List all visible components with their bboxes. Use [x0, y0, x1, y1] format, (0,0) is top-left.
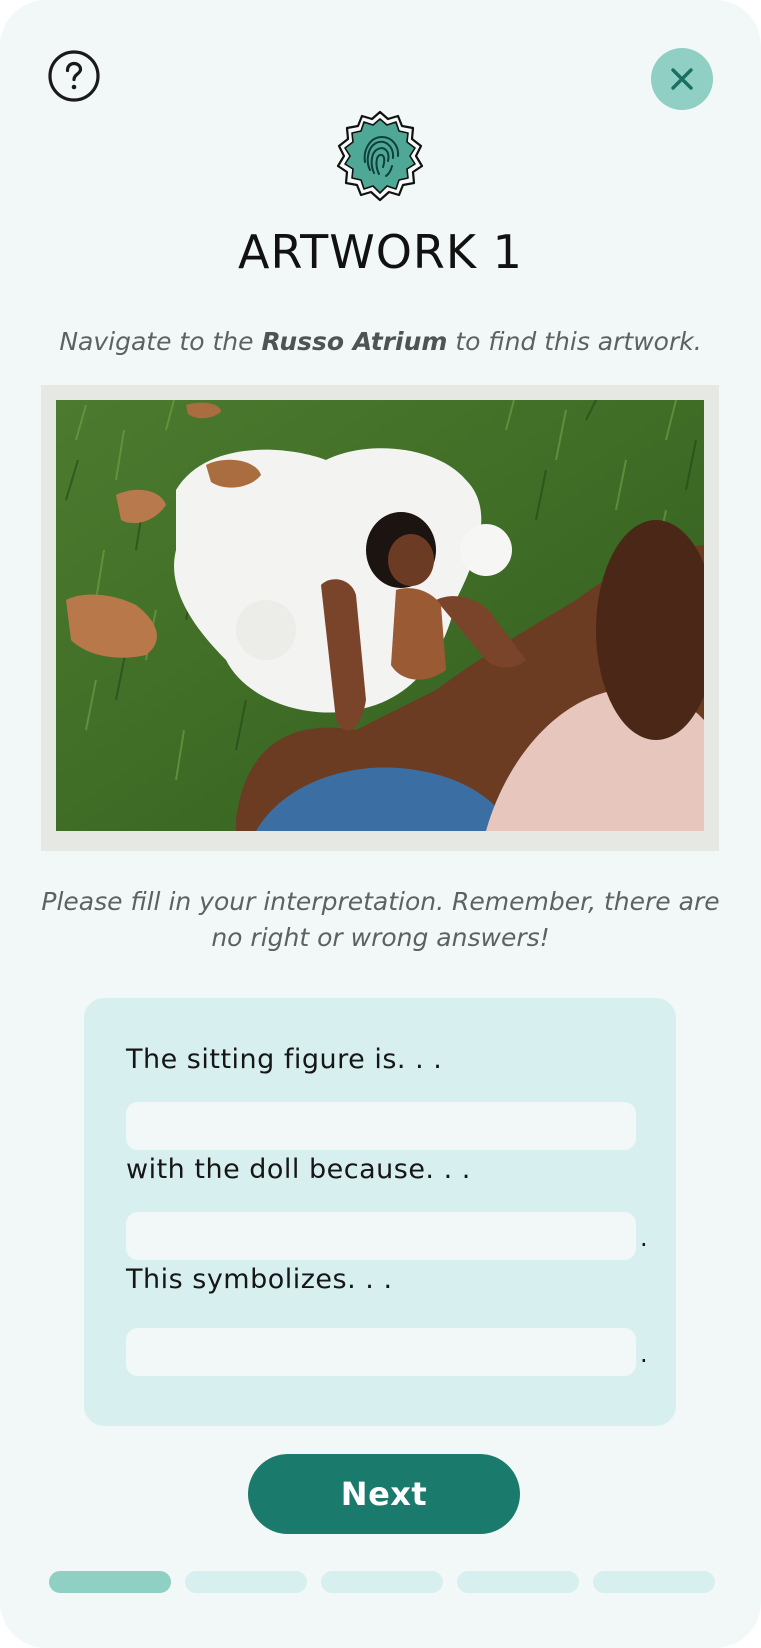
- artwork-interpretation-screen: ARTWORK 1 Navigate to the Russo Atrium t…: [0, 0, 761, 1648]
- help-button[interactable]: [48, 50, 100, 102]
- progress-step-2: [185, 1571, 307, 1593]
- doll-because-input[interactable]: [126, 1212, 636, 1260]
- field-trailing-period: .: [640, 1340, 648, 1368]
- progress-step-1: [49, 1571, 171, 1593]
- next-button[interactable]: Next: [248, 1454, 520, 1534]
- interpretation-form: The sitting figure is. . . with the doll…: [84, 998, 676, 1426]
- progress-step-5: [593, 1571, 715, 1593]
- fingerprint-badge-icon: [336, 110, 424, 202]
- progress-step-3: [321, 1571, 443, 1593]
- page-title: ARTWORK 1: [238, 225, 523, 279]
- field-trailing-period: .: [640, 1224, 648, 1252]
- interpretation-prompt: Please fill in your interpretation. Reme…: [41, 887, 720, 952]
- artwork-image-frame: [41, 385, 719, 851]
- progress-step-4: [457, 1571, 579, 1593]
- navigation-instruction: Navigate to the Russo Atrium to find thi…: [20, 324, 741, 360]
- field-label-sitting-figure: The sitting figure is. . .: [126, 1044, 443, 1075]
- close-x-icon: [671, 68, 693, 90]
- field-label-doll-because: with the doll because. . .: [126, 1154, 471, 1185]
- question-circle-icon: [48, 50, 100, 102]
- symbolizes-input[interactable]: [126, 1328, 636, 1376]
- progress-indicator: [49, 1571, 715, 1593]
- artwork-photo: [56, 400, 704, 831]
- close-button[interactable]: [651, 48, 713, 110]
- sitting-figure-input[interactable]: [126, 1102, 636, 1150]
- location-name: Russo Atrium: [261, 327, 448, 356]
- instruction-suffix: to find this artwork.: [447, 327, 702, 356]
- instruction-prefix: Navigate to the: [59, 327, 262, 356]
- field-label-symbolizes: This symbolizes. . .: [126, 1264, 393, 1295]
- badge: [330, 108, 430, 208]
